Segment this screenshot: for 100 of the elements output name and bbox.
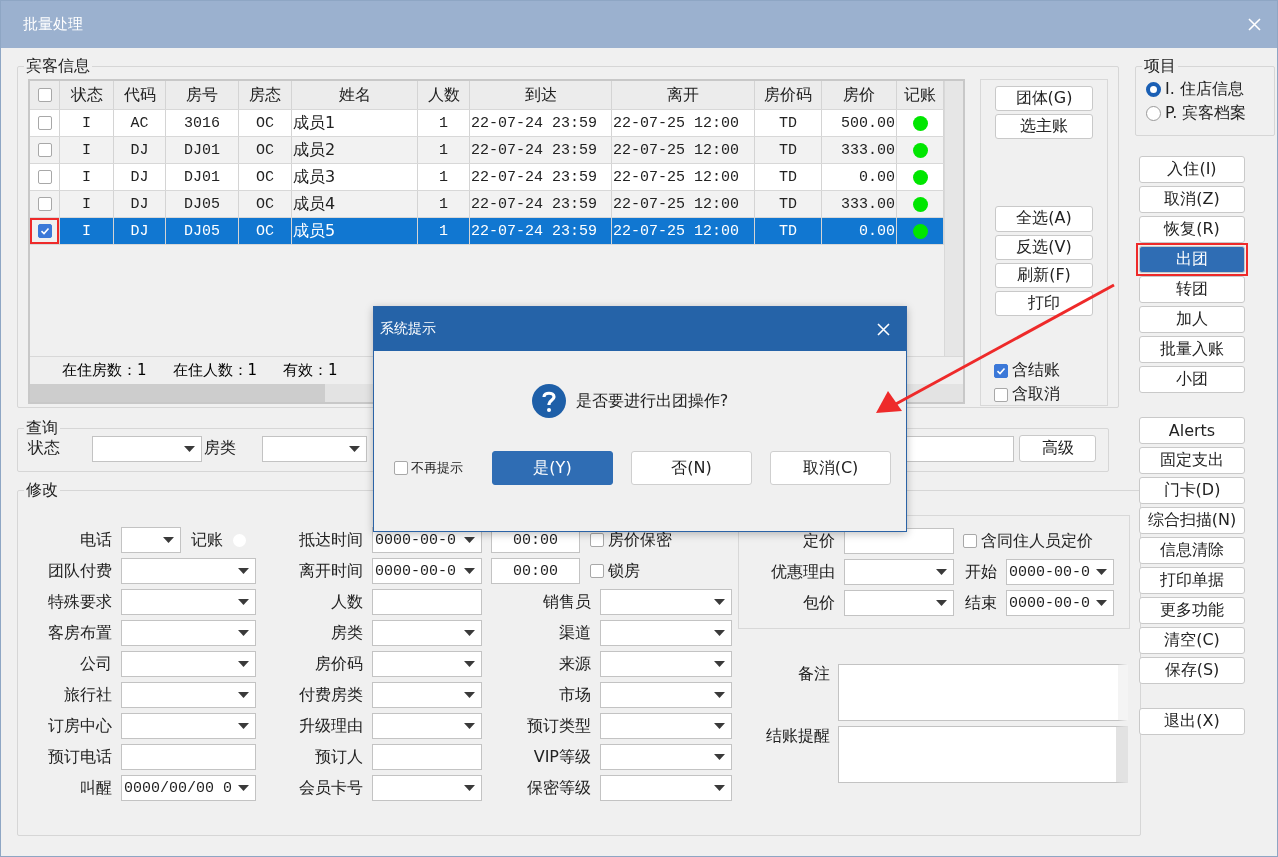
- field-label: 人数: [331, 591, 363, 613]
- dropdown-field[interactable]: [844, 559, 954, 585]
- field-label: 预订类型: [527, 715, 591, 737]
- button[interactable]: 综合扫描(N): [1139, 507, 1245, 534]
- button[interactable]: 批量入账: [1139, 336, 1245, 363]
- dropdown-field[interactable]: 0000-00-0: [1006, 590, 1114, 616]
- dropdown-field[interactable]: [121, 682, 256, 708]
- button[interactable]: 团体(G): [995, 86, 1093, 112]
- button[interactable]: 保存(S): [1139, 657, 1245, 684]
- checkbox[interactable]: [994, 387, 1008, 402]
- input-field[interactable]: [372, 744, 482, 770]
- table-row[interactable]: I DJ DJ01 OC 成员2 1 22-07-24 23:59 22-07-25 12:00 TD 333.00: [30, 137, 944, 164]
- column-header[interactable]: 到达: [470, 81, 612, 109]
- caret-icon: [238, 692, 249, 698]
- dropdown-field[interactable]: 0000-00-0: [372, 558, 482, 584]
- dropdown-field[interactable]: [600, 651, 732, 677]
- button[interactable]: 打印: [995, 290, 1093, 317]
- dropdown-field[interactable]: [121, 713, 256, 739]
- dropdown-field[interactable]: [844, 590, 954, 616]
- dropdown-field[interactable]: [121, 589, 256, 615]
- button[interactable]: 信息清除: [1139, 537, 1245, 564]
- dropdown-field[interactable]: [121, 558, 256, 584]
- checkbox[interactable]: [37, 143, 52, 157]
- text-area[interactable]: [838, 664, 1128, 721]
- column-header[interactable]: 代码: [114, 81, 166, 109]
- button[interactable]: 退出(X): [1139, 708, 1245, 735]
- button[interactable]: 清空(C): [1139, 627, 1245, 654]
- table-row[interactable]: I DJ DJ05 OC 成员5 1 22-07-24 23:59 22-07-25 12:00 TD 0.00: [30, 218, 944, 245]
- column-header[interactable]: 房价: [822, 81, 897, 109]
- text-area[interactable]: [838, 726, 1128, 783]
- button[interactable]: 加人: [1139, 306, 1245, 333]
- button[interactable]: 全选(A): [995, 206, 1093, 232]
- check-icon: [39, 226, 50, 236]
- button[interactable]: 取消(C): [770, 451, 891, 485]
- checkbox[interactable]: [994, 363, 1008, 378]
- column-header[interactable]: 人数: [418, 81, 470, 109]
- button[interactable]: 高级: [1019, 435, 1096, 462]
- button[interactable]: 更多功能: [1139, 597, 1245, 624]
- dropdown-field[interactable]: [372, 620, 482, 646]
- checkbox[interactable]: [590, 533, 604, 547]
- column-header[interactable]: 姓名: [292, 81, 418, 109]
- input-field[interactable]: [844, 528, 954, 554]
- checkbox[interactable]: [37, 224, 52, 238]
- input-field[interactable]: [121, 744, 256, 770]
- button[interactable]: 固定支出: [1139, 447, 1245, 474]
- dropdown-field[interactable]: [121, 651, 256, 677]
- checkbox[interactable]: [963, 534, 977, 548]
- dropdown-field[interactable]: [372, 713, 482, 739]
- dropdown-field[interactable]: [372, 775, 482, 801]
- button[interactable]: 小团: [1139, 366, 1245, 393]
- button[interactable]: 门卡(D): [1139, 477, 1245, 504]
- dropdown-field[interactable]: [121, 527, 181, 553]
- dropdown-field[interactable]: [262, 435, 367, 462]
- button[interactable]: 是(Y): [492, 451, 613, 485]
- button[interactable]: 刷新(F): [995, 262, 1093, 288]
- group-title: 查询: [25, 418, 59, 439]
- input-field[interactable]: 00:00: [491, 558, 580, 584]
- button[interactable]: 入住(I): [1139, 156, 1245, 183]
- dropdown-field[interactable]: [600, 744, 732, 770]
- button[interactable]: 选主账: [995, 114, 1093, 140]
- button[interactable]: 转团: [1139, 276, 1245, 303]
- dropdown-field[interactable]: [372, 682, 482, 708]
- checkbox[interactable]: [37, 197, 52, 211]
- button[interactable]: 恢复(R): [1139, 216, 1245, 243]
- close-icon[interactable]: [877, 322, 890, 336]
- column-header[interactable]: 房价码: [755, 81, 822, 109]
- table-row[interactable]: I AC 3016 OC 成员1 1 22-07-24 23:59 22-07-25 12:00 TD 500.00: [30, 110, 944, 137]
- column-header[interactable]: 房态: [239, 81, 292, 109]
- button[interactable]: 取消(Z): [1139, 186, 1245, 213]
- checkbox[interactable]: [37, 88, 52, 102]
- dropdown-field[interactable]: 0000-00-0: [1006, 559, 1114, 585]
- table-row[interactable]: I DJ DJ05 OC 成员4 1 22-07-24 23:59 22-07-25 12:00 TD 333.00: [30, 191, 944, 218]
- dropdown-field[interactable]: [600, 589, 732, 615]
- checkbox[interactable]: [590, 564, 604, 578]
- dropdown-field[interactable]: [92, 435, 202, 462]
- dropdown-field[interactable]: [600, 775, 732, 801]
- dropdown-field[interactable]: [600, 620, 732, 646]
- column-header[interactable]: 离开: [612, 81, 755, 109]
- button[interactable]: 反选(V): [995, 234, 1093, 260]
- input-field[interactable]: [372, 589, 482, 615]
- column-header[interactable]: 房号: [166, 81, 239, 109]
- button[interactable]: 打印单据: [1139, 567, 1245, 594]
- radio-button[interactable]: [1146, 82, 1161, 97]
- button[interactable]: Alerts: [1139, 417, 1245, 444]
- dropdown-field[interactable]: 0000/00/00 0: [121, 775, 256, 801]
- field-label: 开始: [965, 561, 997, 583]
- dropdown-field[interactable]: [600, 682, 732, 708]
- checkbox[interactable]: [37, 116, 52, 130]
- field-label: 房价码: [315, 653, 363, 675]
- table-cell: I: [60, 110, 114, 136]
- button[interactable]: 否(N): [631, 451, 752, 485]
- table-row[interactable]: I DJ DJ01 OC 成员3 1 22-07-24 23:59 22-07-25 12:00 TD 0.00: [30, 164, 944, 191]
- dropdown-field[interactable]: [121, 620, 256, 646]
- checkbox[interactable]: [37, 170, 52, 184]
- checkbox[interactable]: [394, 461, 408, 475]
- button[interactable]: 出团: [1139, 246, 1245, 273]
- dropdown-field[interactable]: [372, 651, 482, 677]
- radio-button[interactable]: [1146, 106, 1161, 121]
- column-header[interactable]: 状态: [60, 81, 114, 109]
- dropdown-field[interactable]: [600, 713, 732, 739]
